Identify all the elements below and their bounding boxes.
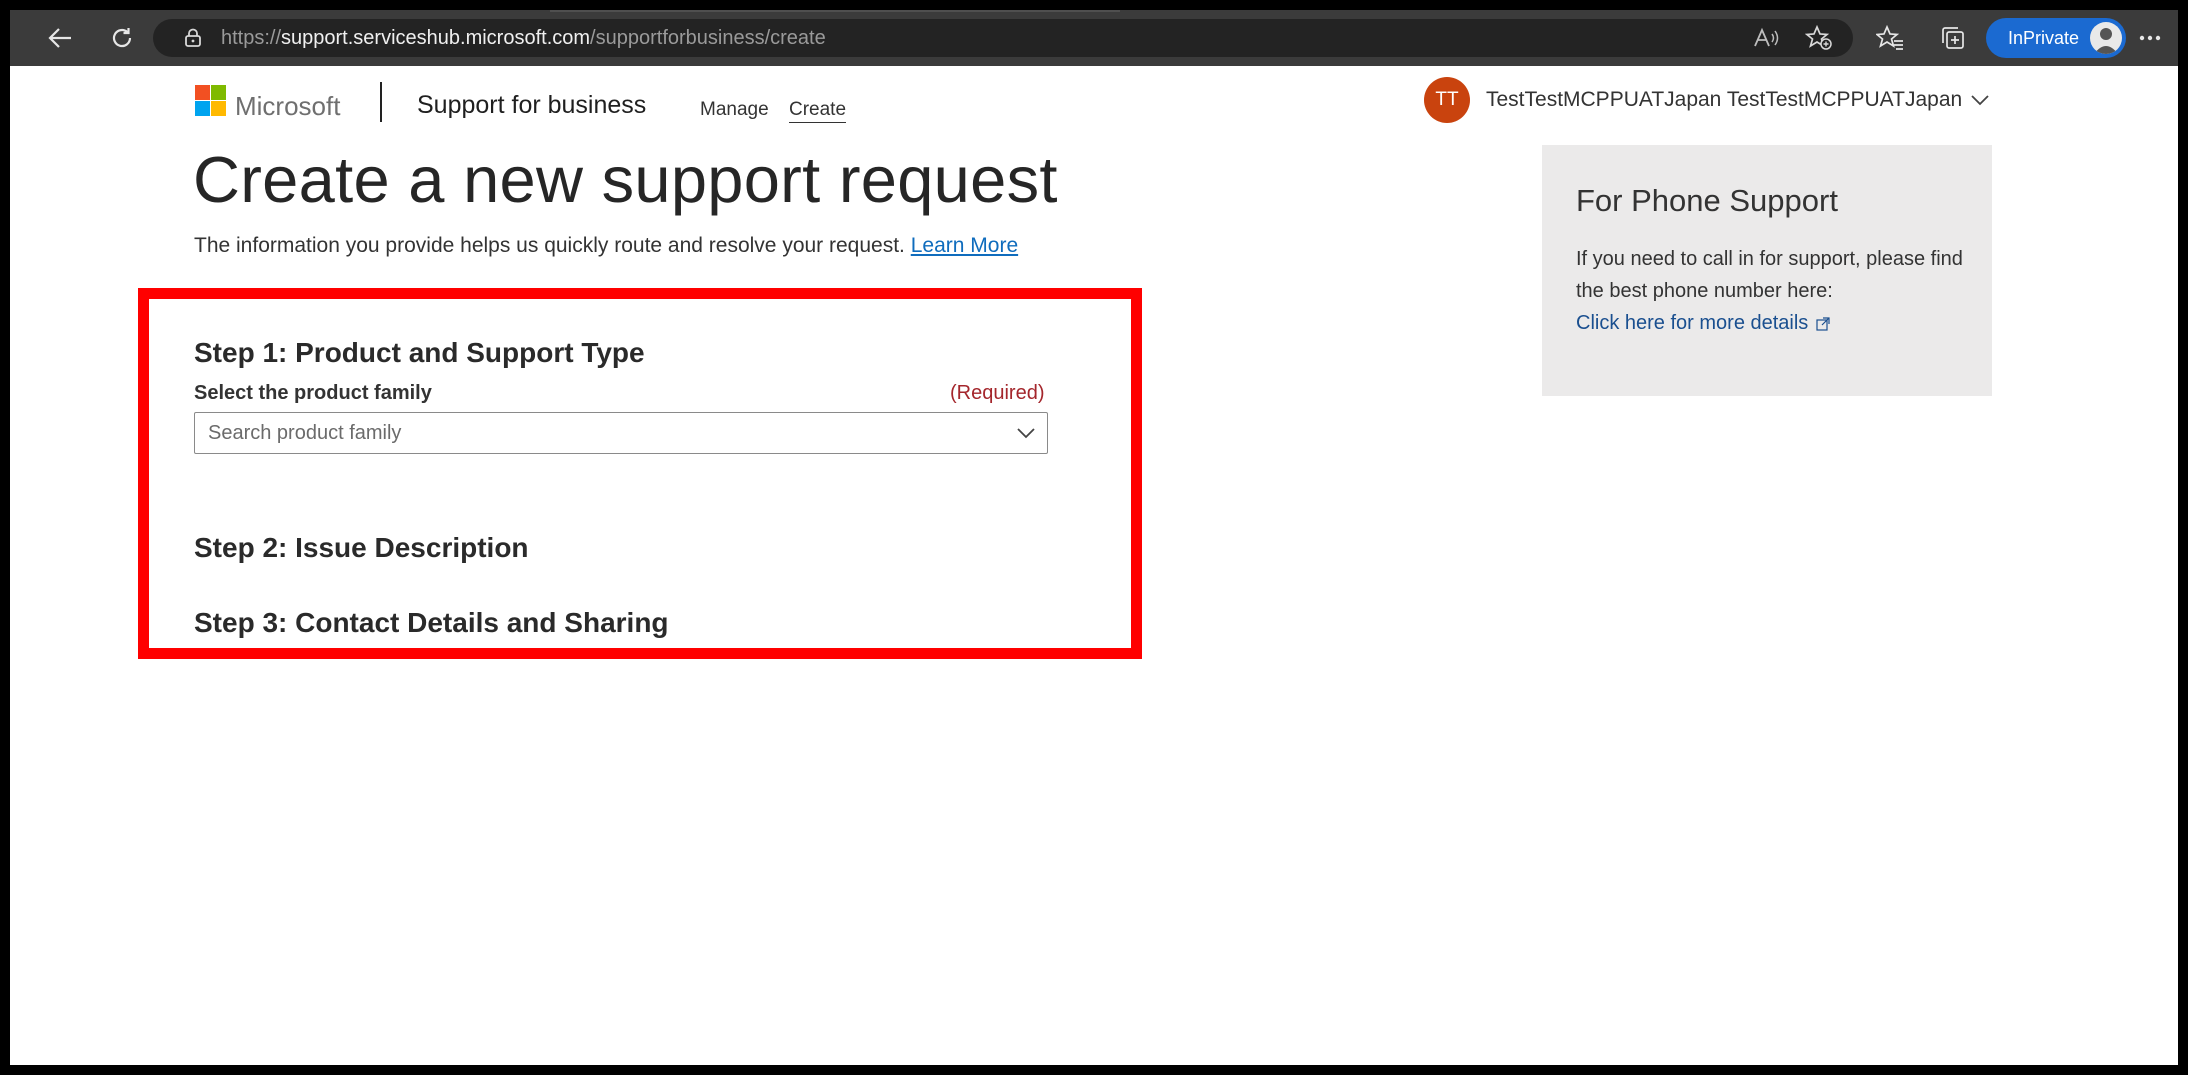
phone-support-card: For Phone Support If you need to call in… bbox=[1542, 145, 1992, 396]
learn-more-link[interactable]: Learn More bbox=[911, 234, 1018, 257]
header-divider bbox=[380, 82, 382, 122]
product-family-label: Select the product family bbox=[194, 382, 432, 404]
user-avatar: TT bbox=[1424, 77, 1470, 123]
step3-heading[interactable]: Step 3: Contact Details and Sharing bbox=[194, 606, 669, 640]
collections-icon[interactable] bbox=[1933, 20, 1973, 56]
browser-window: https://support.serviceshub.microsoft.co… bbox=[10, 10, 2178, 1065]
favorite-add-icon[interactable] bbox=[1804, 25, 1834, 51]
required-indicator: (Required) bbox=[950, 382, 1045, 404]
step2-heading[interactable]: Step 2: Issue Description bbox=[194, 531, 529, 565]
phone-support-text: If you need to call in for support, plea… bbox=[1576, 248, 1963, 302]
brand-name[interactable]: Microsoft bbox=[235, 91, 340, 121]
intro-text: The information you provide helps us qui… bbox=[194, 234, 1019, 257]
product-family-placeholder: Search product family bbox=[208, 422, 402, 444]
inprivate-button[interactable]: InPrivate bbox=[1986, 18, 2126, 58]
browser-toolbar: https://support.serviceshub.microsoft.co… bbox=[10, 10, 2178, 66]
back-icon[interactable] bbox=[40, 20, 80, 56]
chevron-down-icon[interactable] bbox=[1015, 422, 1037, 444]
product-family-combobox[interactable]: Search product family bbox=[194, 412, 1048, 454]
user-name: TestTestMCPPUATJapan TestTestMCPPUATJapa… bbox=[1486, 88, 1963, 111]
profile-avatar-icon bbox=[2090, 22, 2122, 54]
page-title: Create a new support request bbox=[193, 143, 1058, 216]
step1-heading: Step 1: Product and Support Type bbox=[194, 337, 645, 368]
phone-support-title: For Phone Support bbox=[1576, 183, 1838, 218]
site-name[interactable]: Support for business bbox=[417, 90, 646, 120]
chevron-down-icon[interactable] bbox=[1969, 89, 1991, 111]
lock-icon[interactable] bbox=[183, 28, 203, 48]
phone-details-link[interactable]: Click here for more details bbox=[1576, 307, 1830, 339]
refresh-icon[interactable] bbox=[102, 20, 142, 56]
url-text: https://support.serviceshub.microsoft.co… bbox=[221, 27, 826, 49]
external-link-icon bbox=[1816, 317, 1830, 331]
address-bar[interactable]: https://support.serviceshub.microsoft.co… bbox=[153, 19, 1853, 57]
more-options-icon[interactable] bbox=[2130, 20, 2170, 56]
read-aloud-icon[interactable] bbox=[1751, 25, 1781, 51]
favorites-icon[interactable] bbox=[1870, 20, 1910, 56]
nav-create[interactable]: Create bbox=[789, 98, 847, 123]
nav-manage[interactable]: Manage bbox=[700, 98, 769, 122]
